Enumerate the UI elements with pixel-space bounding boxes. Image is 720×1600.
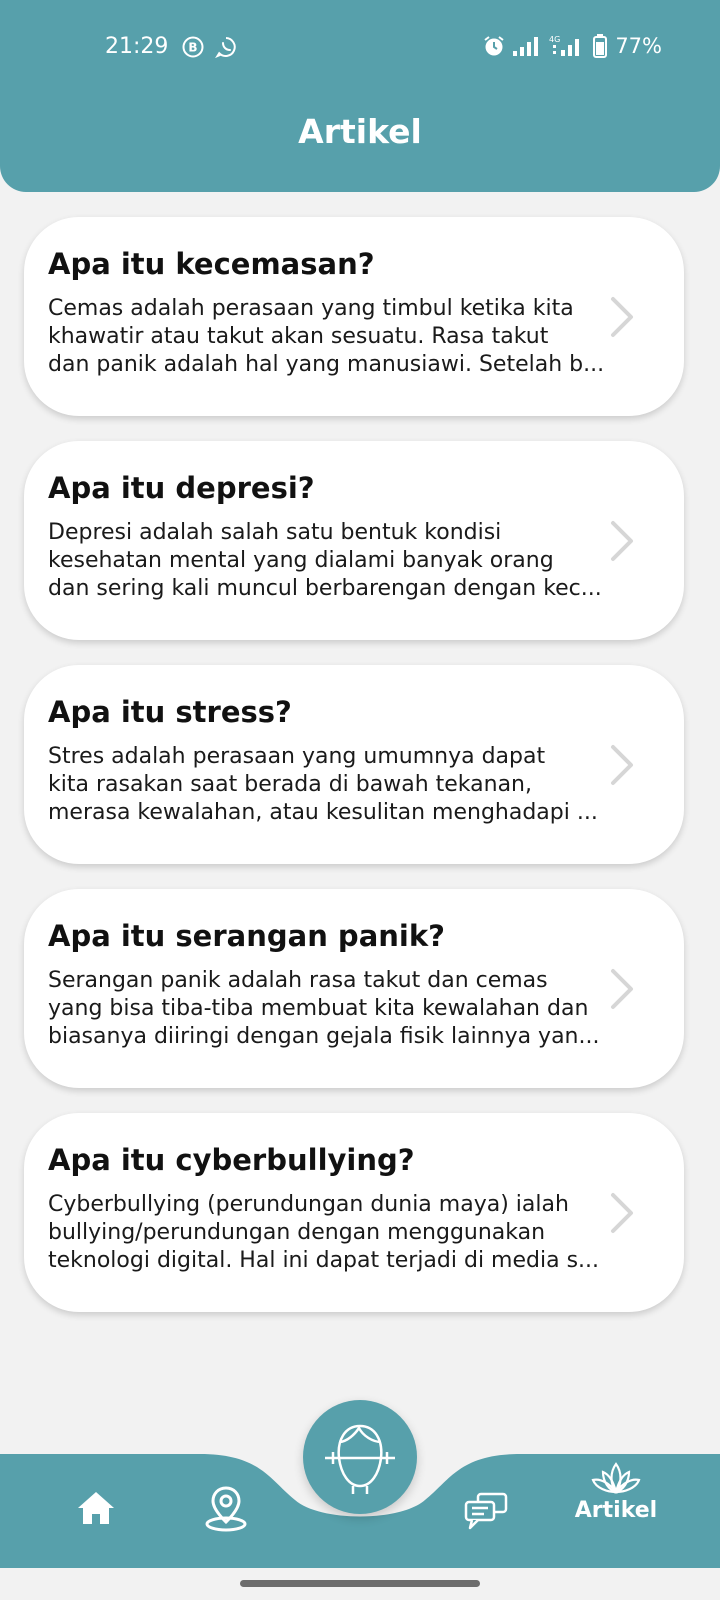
article-excerpt: Serangan panik adalah rasa takut dan cem… [48,968,600,1049]
chevron-right-icon [611,969,633,1009]
nav-artikel-label: Artikel [574,1498,658,1523]
chevron-right-icon [611,1193,633,1233]
article-title: Apa itu serangan panik? [48,919,445,953]
gesture-handle[interactable] [240,1580,480,1587]
nav-chat[interactable] [464,1492,508,1532]
chat-icon [464,1492,508,1530]
4g-signal-icon: 4G [549,35,580,56]
nav-home[interactable] [76,1490,116,1526]
lotus-icon [591,1462,641,1494]
battery-icon [593,34,608,58]
signal-icon [513,37,539,56]
nav-location[interactable] [204,1486,248,1532]
battery-percentage: 77% [615,34,662,58]
chevron-right-icon [611,521,633,561]
face-scan-icon [325,1424,395,1494]
article-card-stress[interactable]: Apa itu stress? Stres adalah perasaan ya… [24,665,684,864]
article-card-kecemasan[interactable]: Apa itu kecemasan? Cemas adalah perasaan… [24,217,684,416]
article-excerpt: Cemas adalah perasaan yang timbul ketika… [48,296,605,377]
article-title: Apa itu depresi? [48,471,315,505]
app-header: 21:29 B 4G 77% Artikel [0,0,720,192]
svg-text:4G: 4G [549,35,560,44]
article-excerpt: Stres adalah perasaan yang umumnya dapat… [48,744,598,825]
whatsapp-icon [215,37,236,58]
article-title: Apa itu cyberbullying? [48,1143,415,1177]
home-icon [78,1492,114,1524]
face-scan-button[interactable] [303,1400,417,1514]
page-title: Artikel [298,112,422,151]
article-title: Apa itu stress? [48,695,292,729]
article-excerpt: Cyberbullying (perundungan dunia maya) i… [48,1192,600,1273]
svg-text:B: B [188,41,197,55]
status-indicators: 4G 77% [483,34,662,58]
b-notification-icon: B [182,36,204,58]
article-card-depresi[interactable]: Apa itu depresi? Depresi adalah salah sa… [24,441,684,640]
article-title: Apa itu kecemasan? [48,247,375,281]
article-card-cyberbullying[interactable]: Apa itu cyberbullying? Cyberbullying (pe… [24,1113,684,1312]
nav-artikel[interactable]: Artikel [575,1460,657,1523]
alarm-icon [484,36,504,56]
chevron-right-icon [611,297,633,337]
article-excerpt: Depresi adalah salah satu bentuk kondisi… [48,520,602,601]
chevron-right-icon [611,745,633,785]
article-list: Apa itu kecemasan? Cemas adalah perasaan… [24,217,684,1337]
location-pin-icon [205,1486,247,1532]
article-card-serangan-panik[interactable]: Apa itu serangan panik? Serangan panik a… [24,889,684,1088]
status-time: 21:29 [105,34,169,59]
